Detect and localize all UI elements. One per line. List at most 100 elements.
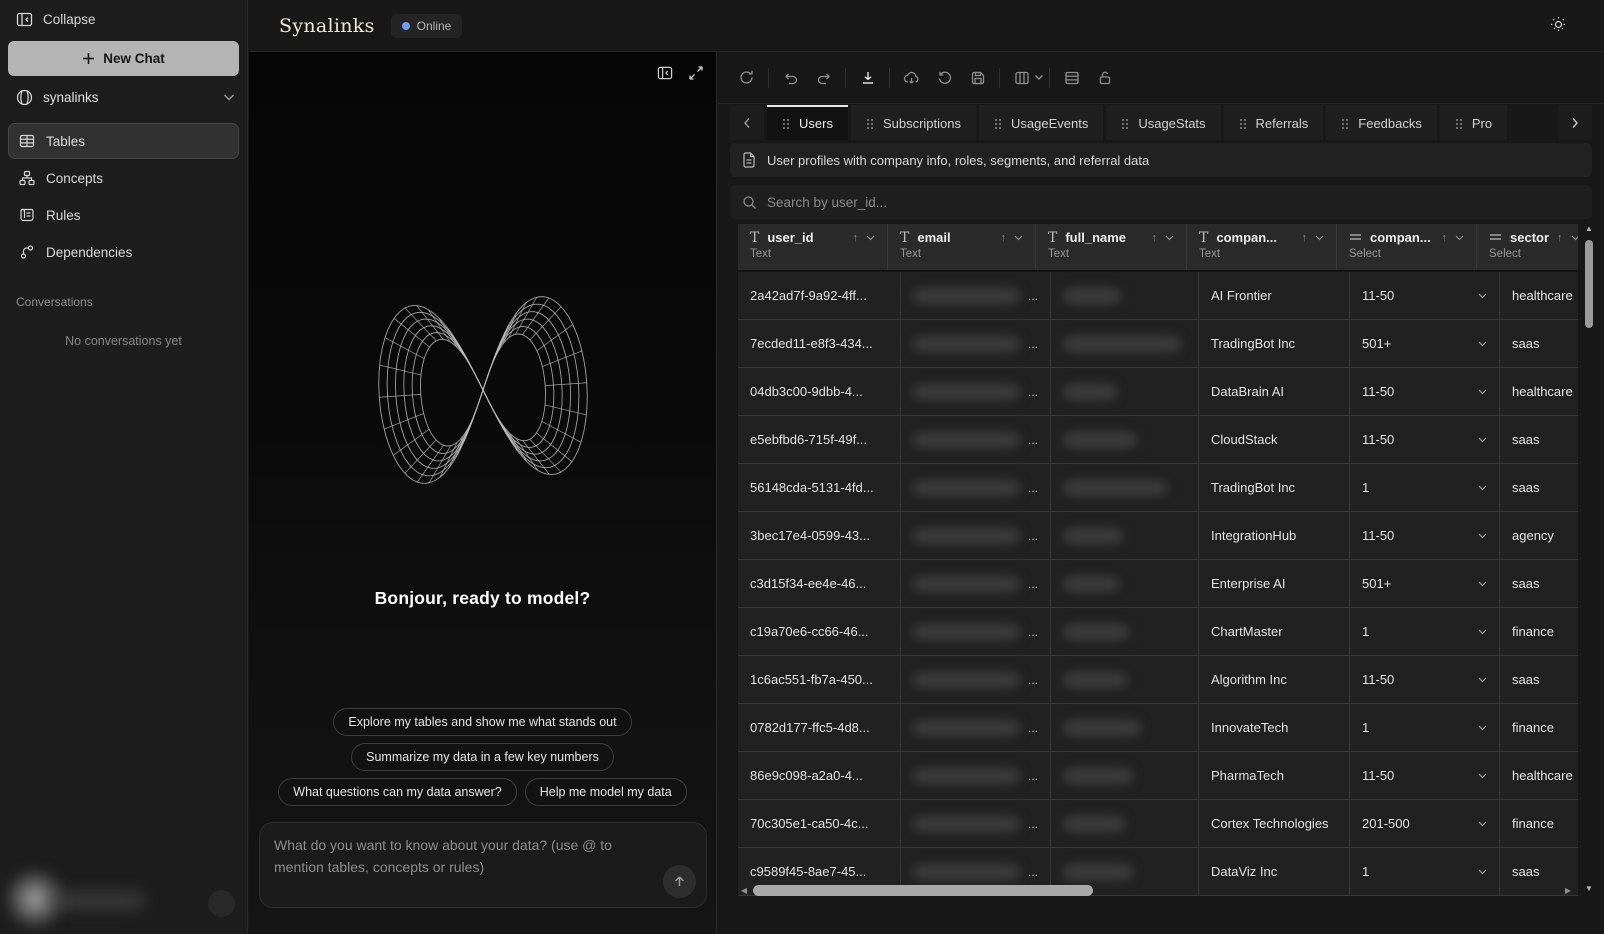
- cell-sector[interactable]: agency: [1500, 512, 1578, 559]
- cell-sector[interactable]: healthcare: [1500, 368, 1578, 415]
- cell-company-size[interactable]: 1: [1350, 464, 1500, 511]
- cell-full-name[interactable]: [1051, 368, 1199, 415]
- chevron-down-icon[interactable]: [1315, 235, 1324, 241]
- cell-email[interactable]: ...: [901, 512, 1051, 559]
- cell-company-size[interactable]: 1: [1350, 704, 1500, 751]
- cell-email[interactable]: ...: [901, 608, 1051, 655]
- chevron-down-icon[interactable]: [1455, 235, 1464, 241]
- cell-email[interactable]: ...: [901, 704, 1051, 751]
- sidebar-item-tables[interactable]: Tables: [8, 123, 239, 159]
- cell-email[interactable]: ...: [901, 368, 1051, 415]
- cell-company-name[interactable]: AI Frontier: [1199, 272, 1350, 319]
- cell-full-name[interactable]: [1051, 704, 1199, 751]
- cell-full-name[interactable]: [1051, 800, 1199, 847]
- cell-company-size[interactable]: 201-500: [1350, 800, 1500, 847]
- workspace-selector[interactable]: synalinks: [16, 84, 235, 110]
- redo-button[interactable]: [807, 63, 840, 93]
- cell-user-id[interactable]: 3bec17e4-0599-43...: [738, 512, 901, 559]
- sidebar-item-rules[interactable]: Rules: [8, 197, 239, 233]
- cell-email[interactable]: ...: [901, 800, 1051, 847]
- table-row[interactable]: 2a42ad7f-9a92-4ff... ... AI Frontier 11-…: [738, 272, 1578, 320]
- table-row[interactable]: 70c305e1-ca50-4c... ... Cortex Technolog…: [738, 800, 1578, 848]
- cell-full-name[interactable]: [1051, 416, 1199, 463]
- table-row[interactable]: e5ebfbd6-715f-49f... ... CloudStack 11-5…: [738, 416, 1578, 464]
- send-button[interactable]: [663, 865, 696, 898]
- cell-sector[interactable]: finance: [1500, 800, 1578, 847]
- cell-user-id[interactable]: 86e9c098-a2a0-4...: [738, 752, 901, 799]
- cell-full-name[interactable]: [1051, 656, 1199, 703]
- save-button[interactable]: [961, 63, 994, 93]
- horizontal-scrollbar[interactable]: ◀ ▶: [738, 884, 1574, 897]
- column-header[interactable]: T full_name ↑ Text: [1036, 224, 1187, 270]
- table-row[interactable]: 86e9c098-a2a0-4... ... PharmaTech 11-50 …: [738, 752, 1578, 800]
- column-header[interactable]: T user_id ↑ Text: [738, 224, 888, 270]
- cell-company-size[interactable]: 11-50: [1350, 416, 1500, 463]
- cloud-download-button[interactable]: [895, 63, 928, 93]
- suggestion-button[interactable]: Help me model my data: [525, 778, 687, 806]
- chevron-down-icon[interactable]: [1034, 74, 1044, 81]
- cell-company-name[interactable]: Algorithm Inc: [1199, 656, 1350, 703]
- cell-company-name[interactable]: Enterprise AI: [1199, 560, 1350, 607]
- table-row[interactable]: c19a70e6-cc66-46... ... ChartMaster 1 fi…: [738, 608, 1578, 656]
- cell-company-name[interactable]: IntegrationHub: [1199, 512, 1350, 559]
- theme-toggle-button[interactable]: [1550, 16, 1567, 33]
- cell-full-name[interactable]: [1051, 608, 1199, 655]
- cell-company-size[interactable]: 11-50: [1350, 752, 1500, 799]
- column-header[interactable]: T email ↑ Text: [888, 224, 1036, 270]
- cell-email[interactable]: ...: [901, 320, 1051, 367]
- table-row[interactable]: c3d15f34-ee4e-46... ... Enterprise AI 50…: [738, 560, 1578, 608]
- collapse-sidebar-button[interactable]: Collapse: [16, 11, 96, 28]
- table-tab[interactable]: UsageStats: [1106, 105, 1220, 140]
- cell-user-id[interactable]: 0782d177-ffc5-4d8...: [738, 704, 901, 751]
- cell-company-size[interactable]: 1: [1350, 608, 1500, 655]
- cell-user-id[interactable]: c19a70e6-cc66-46...: [738, 608, 901, 655]
- cell-company-size[interactable]: 11-50: [1350, 512, 1500, 559]
- table-tab[interactable]: UsageEvents: [979, 105, 1103, 140]
- user-menu-button[interactable]: [208, 890, 235, 917]
- cell-full-name[interactable]: [1051, 512, 1199, 559]
- download-button[interactable]: [851, 63, 884, 93]
- cell-company-size[interactable]: 11-50: [1350, 368, 1500, 415]
- tabs-scroll-left-button[interactable]: [730, 105, 764, 140]
- cell-sector[interactable]: saas: [1500, 464, 1578, 511]
- sort-asc-icon[interactable]: ↑: [1557, 232, 1563, 244]
- cell-email[interactable]: ...: [901, 656, 1051, 703]
- suggestion-button[interactable]: Summarize my data in a few key numbers: [351, 743, 614, 771]
- chat-input[interactable]: [274, 835, 650, 895]
- cell-company-name[interactable]: DataBrain AI: [1199, 368, 1350, 415]
- cell-sector[interactable]: saas: [1500, 416, 1578, 463]
- table-tab[interactable]: Users: [767, 105, 848, 140]
- cell-sector[interactable]: finance: [1500, 608, 1578, 655]
- table-row[interactable]: 7ecded11-e8f3-434... ... TradingBot Inc …: [738, 320, 1578, 368]
- cell-company-name[interactable]: TradingBot Inc: [1199, 464, 1350, 511]
- cell-user-id[interactable]: 04db3c00-9dbb-4...: [738, 368, 901, 415]
- column-header[interactable]: T compan... ↑ Text: [1187, 224, 1337, 270]
- suggestion-button[interactable]: What questions can my data answer?: [278, 778, 516, 806]
- horizontal-scrollbar-thumb[interactable]: [753, 885, 1093, 896]
- scroll-left-icon[interactable]: ◀: [738, 886, 750, 895]
- cell-sector[interactable]: healthcare: [1500, 272, 1578, 319]
- sort-asc-icon[interactable]: ↑: [1302, 232, 1308, 244]
- scroll-right-icon[interactable]: ▶: [1562, 886, 1574, 895]
- cell-user-id[interactable]: 56148cda-5131-4fd...: [738, 464, 901, 511]
- cell-sector[interactable]: finance: [1500, 704, 1578, 751]
- table-row[interactable]: 0782d177-ffc5-4d8... ... InnovateTech 1 …: [738, 704, 1578, 752]
- cell-company-size[interactable]: 11-50: [1350, 656, 1500, 703]
- cell-user-id[interactable]: 70c305e1-ca50-4c...: [738, 800, 901, 847]
- table-row[interactable]: 1c6ac551-fb7a-450... ... Algorithm Inc 1…: [738, 656, 1578, 704]
- cell-company-name[interactable]: Cortex Technologies: [1199, 800, 1350, 847]
- chevron-down-icon[interactable]: [1014, 235, 1023, 241]
- table-row[interactable]: 3bec17e4-0599-43... ... IntegrationHub 1…: [738, 512, 1578, 560]
- table-tab[interactable]: Subscriptions: [851, 105, 976, 140]
- chevron-down-icon[interactable]: [866, 235, 875, 241]
- cell-sector[interactable]: saas: [1500, 560, 1578, 607]
- table-tab[interactable]: Pro: [1440, 105, 1507, 140]
- rotate-ccw-button[interactable]: [928, 63, 961, 93]
- cell-sector[interactable]: saas: [1500, 656, 1578, 703]
- cell-full-name[interactable]: [1051, 272, 1199, 319]
- chevron-down-icon[interactable]: [1165, 235, 1174, 241]
- column-header[interactable]: T sector ↑ Select: [1477, 224, 1578, 270]
- table-tab[interactable]: Referrals: [1224, 105, 1324, 140]
- sidebar-item-dependencies[interactable]: Dependencies: [8, 234, 239, 270]
- cell-user-id[interactable]: 1c6ac551-fb7a-450...: [738, 656, 901, 703]
